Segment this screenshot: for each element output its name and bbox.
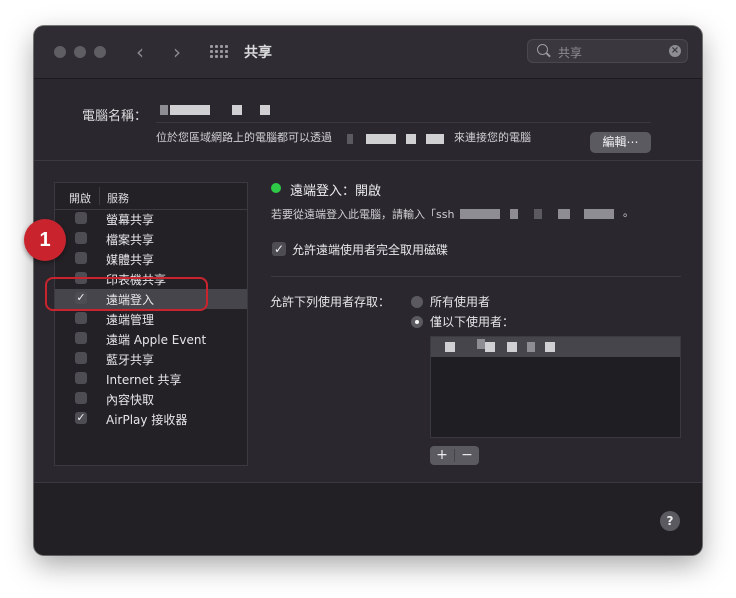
service-row-airplay-receiver[interactable]: ✓ AirPlay 接收器	[55, 409, 247, 429]
detail-divider	[271, 276, 681, 277]
window-title: 共享	[244, 45, 272, 61]
window-footer	[34, 482, 702, 555]
ssh-hint-end: 。	[623, 206, 634, 219]
service-checkbox[interactable]	[75, 312, 87, 324]
address-description: 位於您區域網路上的電腦都可以透過	[156, 131, 332, 144]
service-row-remote-apple-event[interactable]: 遠端 Apple Event	[55, 329, 247, 349]
service-row-screen-sharing[interactable]: 螢幕共享	[55, 209, 247, 229]
services-table: 開啟 服務 螢幕共享 檔案共享 媒體共享 印表機共享 ✓ 遠端登入 遠端管理 遠…	[54, 182, 248, 466]
full-disk-access-checkbox[interactable]: ✓	[272, 242, 286, 256]
service-row-bluetooth-sharing[interactable]: 藍牙共享	[55, 349, 247, 369]
service-row-internet-sharing[interactable]: Internet 共享	[55, 369, 247, 389]
service-checkbox[interactable]	[75, 352, 87, 364]
help-button[interactable]: ?	[660, 511, 680, 531]
radio-only-these-users-label: 僅以下使用者：	[430, 315, 515, 329]
service-label: 內容快取	[106, 393, 155, 407]
service-label: AirPlay 接收器	[106, 413, 188, 427]
add-remove-buttons: + −	[430, 446, 479, 465]
service-row-media-sharing[interactable]: 媒體共享	[55, 249, 247, 269]
back-icon[interactable]: ‹	[136, 40, 144, 64]
service-label: 遠端管理	[106, 313, 155, 327]
radio-all-users[interactable]	[411, 296, 423, 308]
computer-name-label: 電腦名稱：	[82, 109, 148, 124]
allow-access-label: 允許下列使用者存取：	[270, 295, 391, 309]
service-label: 檔案共享	[106, 233, 155, 247]
minimize-window-button[interactable]	[74, 46, 86, 58]
service-label: Internet 共享	[106, 373, 182, 387]
service-label: 遠端 Apple Event	[106, 333, 207, 347]
forward-icon[interactable]: ›	[173, 40, 181, 64]
column-header-service: 服務	[107, 192, 129, 205]
allowed-users-list[interactable]	[430, 336, 681, 438]
section-divider	[34, 160, 702, 161]
service-checkbox[interactable]	[75, 332, 87, 344]
radio-all-users-label: 所有使用者	[430, 295, 491, 309]
radio-only-these-users[interactable]	[411, 316, 423, 328]
zoom-window-button[interactable]	[94, 46, 106, 58]
search-input[interactable]: 共享	[558, 44, 582, 61]
callout-highlight-ring	[45, 277, 208, 311]
search-field[interactable]: 共享 ×	[527, 39, 688, 63]
service-row-content-caching[interactable]: 內容快取	[55, 389, 247, 409]
edit-button[interactable]: 編輯⋯	[590, 132, 651, 153]
status-on-indicator	[271, 183, 281, 193]
search-icon	[537, 44, 548, 55]
remove-user-button[interactable]: −	[455, 446, 479, 465]
service-checkbox[interactable]: ✓	[75, 412, 87, 424]
service-checkbox[interactable]	[75, 372, 87, 384]
service-checkbox[interactable]	[75, 232, 87, 244]
service-label: 藍牙共享	[106, 353, 155, 367]
user-row[interactable]	[431, 337, 680, 357]
column-header-on: 開啟	[69, 192, 91, 205]
address-suffix: 來連接您的電腦	[454, 131, 531, 144]
service-checkbox[interactable]	[75, 392, 87, 404]
close-window-button[interactable]	[54, 46, 66, 58]
service-checkbox[interactable]	[75, 212, 87, 224]
grid-icon[interactable]	[210, 45, 228, 59]
add-user-button[interactable]: +	[430, 446, 454, 465]
callout-number-badge: 1	[24, 219, 66, 261]
service-label: 媒體共享	[106, 253, 155, 267]
service-row-file-sharing[interactable]: 檔案共享	[55, 229, 247, 249]
services-table-header: 開啟 服務	[55, 183, 247, 210]
title-bar: ‹ › 共享 共享 ×	[34, 26, 702, 79]
service-checkbox[interactable]	[75, 252, 87, 264]
computer-name-field[interactable]	[156, 102, 651, 123]
service-label: 螢幕共享	[106, 213, 155, 227]
ssh-hint: 若要從遠端登入此電腦，請輸入「ssh	[271, 208, 455, 221]
remote-login-status: 遠端登入：開啟	[290, 184, 382, 199]
service-row-remote-management[interactable]: 遠端管理	[55, 309, 247, 329]
clear-search-icon[interactable]: ×	[669, 45, 681, 57]
full-disk-access-label: 允許遠端使用者完全取用磁碟	[292, 243, 449, 257]
